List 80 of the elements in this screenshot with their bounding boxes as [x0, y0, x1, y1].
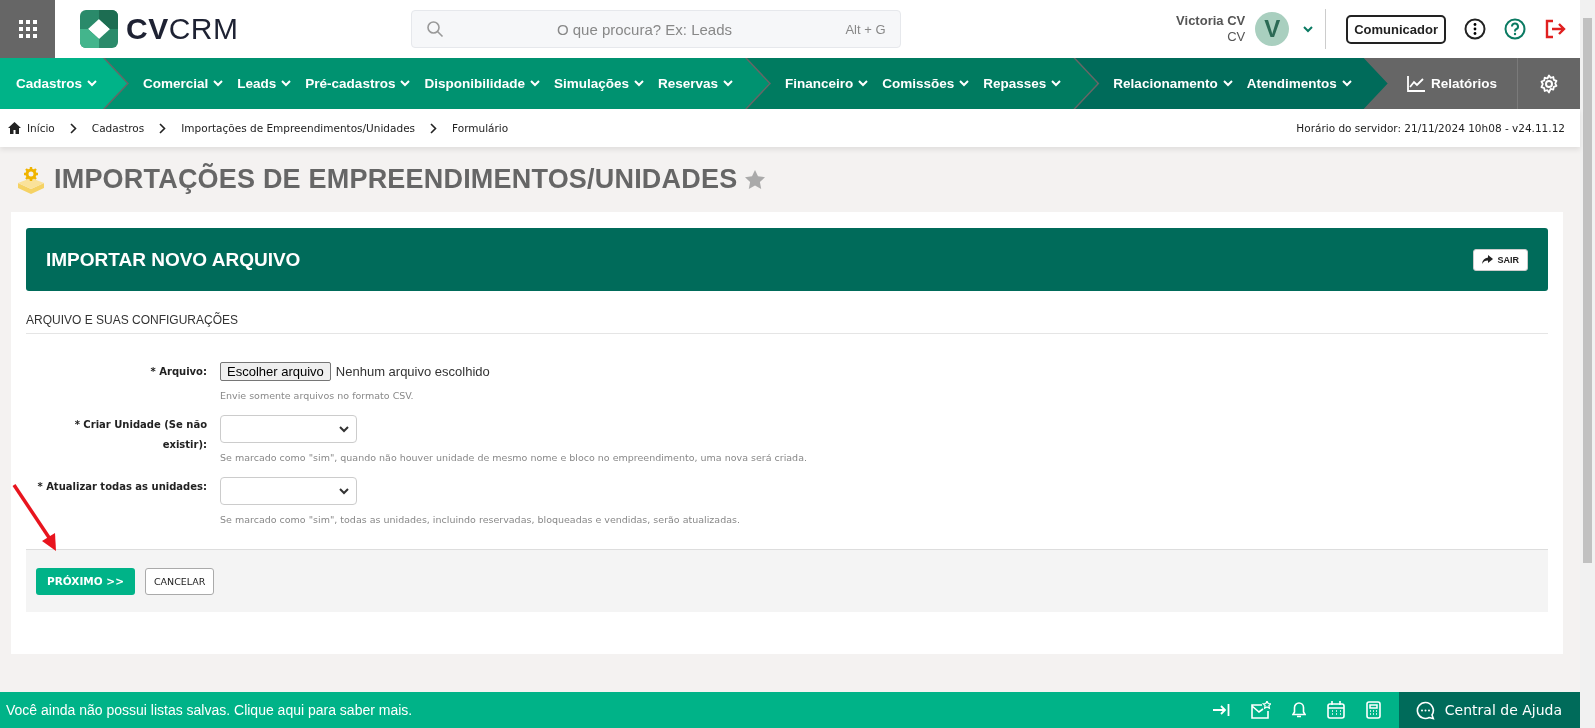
- chevron-down-icon: [339, 425, 349, 433]
- line-chart-icon: [1406, 75, 1425, 92]
- chevron-down-icon: [723, 80, 733, 87]
- nav-menu-item[interactable]: Cadastros: [16, 76, 98, 91]
- chevron-down-icon: [959, 80, 970, 87]
- communicator-button[interactable]: Comunicador: [1346, 14, 1446, 44]
- bell-icon[interactable]: [1291, 702, 1306, 718]
- chevron-down-icon: [1222, 80, 1233, 87]
- field-label: * Criar Unidade (Se não existir):: [73, 418, 207, 452]
- chevron-down-icon: [87, 80, 98, 87]
- help-text: Se marcado como "sim", quando não houver unidade de mesmo nome e bloco no empreendimento, uma nova será criada.: [220, 452, 808, 463]
- file-status: Nenhum arquivo escolhido: [335, 364, 490, 379]
- grid-icon: [16, 18, 39, 40]
- chevron-down-icon: [633, 80, 644, 87]
- help-text: Envie somente arquivos no formato CSV.: [220, 390, 415, 401]
- breadcrumb-separator-icon: [69, 122, 77, 134]
- field-label: * Atualizar todas as unidades:: [36, 480, 207, 494]
- help-icon[interactable]: [1504, 18, 1526, 40]
- nav-menu-item[interactable]: Disponibilidade: [424, 76, 540, 91]
- apps-menu-button[interactable]: [0, 0, 55, 58]
- nav-menu-item[interactable]: Atendimentos: [1246, 76, 1352, 91]
- next-button[interactable]: PRÓXIMO >>: [36, 567, 135, 595]
- select-field[interactable]: [220, 477, 357, 505]
- chevron-down-icon: [400, 80, 411, 87]
- search-field[interactable]: O que procura? Ex: Leads Alt + G: [410, 10, 901, 48]
- saved-lists-message[interactable]: Você ainda não possui listas salvas. Clique aqui para saber mais.: [0, 702, 413, 718]
- nav-menu-item[interactable]: Simulações: [553, 76, 644, 91]
- arrow-to-bar-icon[interactable]: [1212, 704, 1230, 716]
- logo-text: CVCRM: [126, 12, 239, 46]
- chevron-down-icon: [1051, 80, 1062, 87]
- nav-menu-item[interactable]: Comissões: [882, 76, 970, 91]
- nav-menu-item[interactable]: Reservas: [657, 76, 733, 91]
- chevron-down-icon: [213, 80, 224, 87]
- breadcrumb-link[interactable]: Cadastros: [91, 122, 145, 134]
- help-center-button[interactable]: Central de Ajuda: [1398, 692, 1580, 728]
- gear-box-icon: [16, 165, 46, 194]
- favorite-star-icon[interactable]: [745, 170, 766, 189]
- server-time: Horário do servidor: 21/11/2024 10h08 - v24.11.12: [1296, 122, 1565, 134]
- user-name: Victoria CV: [1176, 13, 1246, 29]
- chat-bubble-icon: [1415, 700, 1435, 720]
- breadcrumb-link[interactable]: Importações de Empreendimentos/Unidades: [181, 122, 416, 134]
- chevron-down-icon: [858, 80, 869, 87]
- share-arrow-icon: [1482, 255, 1494, 264]
- nav-menu-item[interactable]: Financeiro: [785, 76, 869, 91]
- select-field[interactable]: [220, 415, 357, 443]
- settings-icon[interactable]: [1539, 73, 1559, 94]
- search-icon: [425, 20, 444, 38]
- chevron-down-icon: [529, 80, 540, 87]
- calculator-icon[interactable]: [1365, 701, 1381, 719]
- nav-menu-item[interactable]: Leads: [237, 76, 292, 91]
- exit-button[interactable]: SAIR: [1473, 248, 1528, 271]
- cancel-button[interactable]: CANCELAR: [144, 567, 215, 595]
- section-title: ARQUIVO E SUAS CONFIGURAÇÕES: [26, 313, 1548, 334]
- field-label: * Arquivo:: [149, 365, 207, 379]
- user-role: CV: [1227, 29, 1246, 44]
- chevron-down-icon: [1303, 25, 1314, 33]
- nav-menu-item[interactable]: Pré-cadastros: [305, 76, 411, 91]
- nav-menu-item[interactable]: Comercial: [143, 76, 224, 91]
- card-title: IMPORTAR NOVO ARQUIVO: [46, 248, 301, 271]
- logout-icon[interactable]: [1544, 19, 1566, 39]
- chevron-down-icon: [339, 487, 349, 495]
- home-icon: [8, 122, 21, 134]
- search-placeholder: O que procura? Ex: Leads: [555, 20, 733, 38]
- logo-icon: [80, 10, 118, 48]
- breadcrumb-link[interactable]: Formulário: [452, 122, 509, 134]
- nav-menu-item[interactable]: Repasses: [983, 76, 1062, 91]
- breadcrumb-separator-icon: [159, 122, 167, 134]
- shortcut-hint: Alt + G: [845, 21, 886, 37]
- help-text: Se marcado como "sim", todas as unidades, incluindo reservadas, bloqueadas e vendidas, serão atualizadas.: [220, 514, 741, 525]
- user-avatar[interactable]: V: [1255, 12, 1290, 46]
- chevron-down-icon: [1341, 80, 1352, 87]
- breadcrumb-link[interactable]: Início: [27, 122, 55, 134]
- more-options-icon[interactable]: [1464, 18, 1486, 40]
- choose-file-button[interactable]: Escolher arquivo: [220, 362, 331, 381]
- nav-menu-item[interactable]: Relacionamento: [1113, 76, 1233, 91]
- breadcrumb-separator-icon: [430, 122, 438, 134]
- calendar-icon[interactable]: [1326, 701, 1345, 719]
- chevron-down-icon: [281, 80, 292, 87]
- envelope-star-icon[interactable]: [1250, 701, 1271, 719]
- page-title: IMPORTAÇÕES DE EMPREENDIMENTOS/UNIDADES: [54, 164, 738, 195]
